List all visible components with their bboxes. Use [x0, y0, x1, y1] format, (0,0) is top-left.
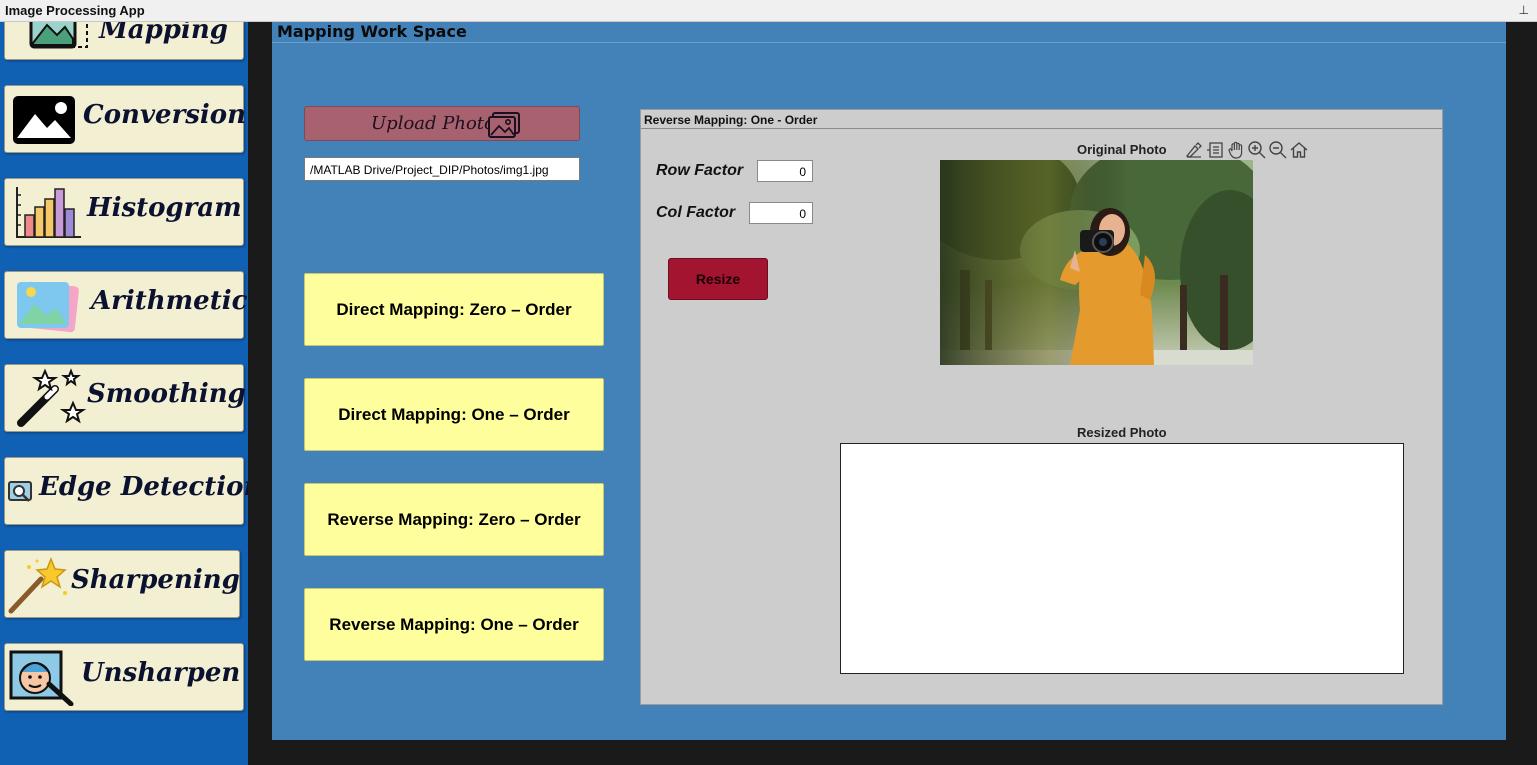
sidebar-item-arithmetic[interactable]: Arithmetic: [4, 271, 248, 339]
sidebar-item-label: Conversion: [83, 100, 247, 130]
mapping-icon: [29, 22, 88, 49]
file-path-field[interactable]: /MATLAB Drive/Project_DIP/Photos/img1.jp…: [304, 157, 580, 181]
col-factor-field[interactable]: 0: [749, 202, 813, 224]
sidebar: Mapping Conversion Histogram Arithmetic: [0, 22, 248, 765]
face-wand-icon: [9, 650, 74, 706]
sidebar-item-label: Smoothing: [87, 379, 246, 409]
col-factor-label: Col Factor: [656, 204, 736, 221]
sidebar-item-label: Unsharpen: [81, 658, 241, 688]
home-icon[interactable]: [1289, 140, 1309, 160]
sidebar-item-smoothing[interactable]: Smoothing: [4, 364, 246, 432]
brush-icon[interactable]: [1184, 140, 1204, 160]
direct-mapping-zero-order-button[interactable]: Direct Mapping: Zero – Order: [304, 273, 604, 346]
sidebar-item-label: Sharpening: [71, 565, 240, 595]
photo-icon: [488, 112, 520, 138]
zoom-out-icon[interactable]: [1268, 140, 1288, 160]
sidebar-item-histogram[interactable]: Histogram: [4, 178, 244, 246]
zoom-in-icon[interactable]: [1247, 140, 1267, 160]
sidebar-item-label: Mapping: [99, 22, 228, 45]
upload-photo-button[interactable]: Upload Photo: [304, 106, 580, 141]
mapping-workspace: Mapping Work Space Upload Photo /MATLAB …: [272, 22, 1506, 740]
row-factor-field[interactable]: 0: [757, 160, 813, 182]
window-title-bar: Image Processing App ⊥: [0, 0, 1537, 22]
workspace-title: Mapping Work Space: [277, 22, 467, 41]
reverse-mapping-zero-order-button[interactable]: Reverse Mapping: Zero – Order: [304, 483, 604, 556]
pan-hand-icon[interactable]: [1226, 140, 1246, 160]
resized-photo-axes: [840, 443, 1404, 674]
axes-toolbar: [1184, 140, 1309, 160]
sidebar-item-unsharpen[interactable]: Unsharpen: [4, 643, 244, 711]
magic-wand-icon: [8, 556, 67, 614]
image-icon: [13, 96, 75, 144]
sidebar-item-label: Histogram: [87, 193, 242, 223]
sidebar-item-conversion[interactable]: Conversion: [4, 85, 247, 153]
row-factor-label: Row Factor: [656, 162, 744, 179]
workspace-divider: [272, 42, 1506, 43]
sidebar-item-label: Arithmetic: [91, 286, 248, 316]
window-title: Image Processing App: [5, 3, 145, 18]
reverse-mapping-one-order-panel: Reverse Mapping: One - Order Row Factor …: [640, 109, 1443, 705]
original-photo-image: [940, 160, 1253, 365]
magic-wand-stars-icon: [17, 368, 87, 427]
resized-photo-title: Resized Photo: [1077, 425, 1167, 440]
original-photo-title: Original Photo: [1077, 142, 1167, 157]
panel-title: Reverse Mapping: One - Order: [641, 110, 1442, 129]
sidebar-item-sharpening[interactable]: Sharpening: [4, 550, 240, 618]
histogram-icon: [16, 187, 81, 238]
sidebar-item-mapping[interactable]: Mapping: [4, 22, 244, 60]
data-tips-icon[interactable]: [1205, 140, 1225, 160]
upload-photo-label: Upload Photo: [371, 113, 495, 134]
pin-icon[interactable]: ⊥: [1519, 3, 1529, 17]
photos-icon: [17, 281, 79, 333]
edge-detection-icon: [8, 481, 32, 502]
sidebar-item-label: Edge Detection: [39, 472, 248, 502]
resize-button[interactable]: Resize: [668, 258, 768, 300]
reverse-mapping-one-order-button[interactable]: Reverse Mapping: One – Order: [304, 588, 604, 661]
sidebar-item-edge-detection[interactable]: Edge Detection: [4, 457, 248, 525]
direct-mapping-one-order-button[interactable]: Direct Mapping: One – Order: [304, 378, 604, 451]
